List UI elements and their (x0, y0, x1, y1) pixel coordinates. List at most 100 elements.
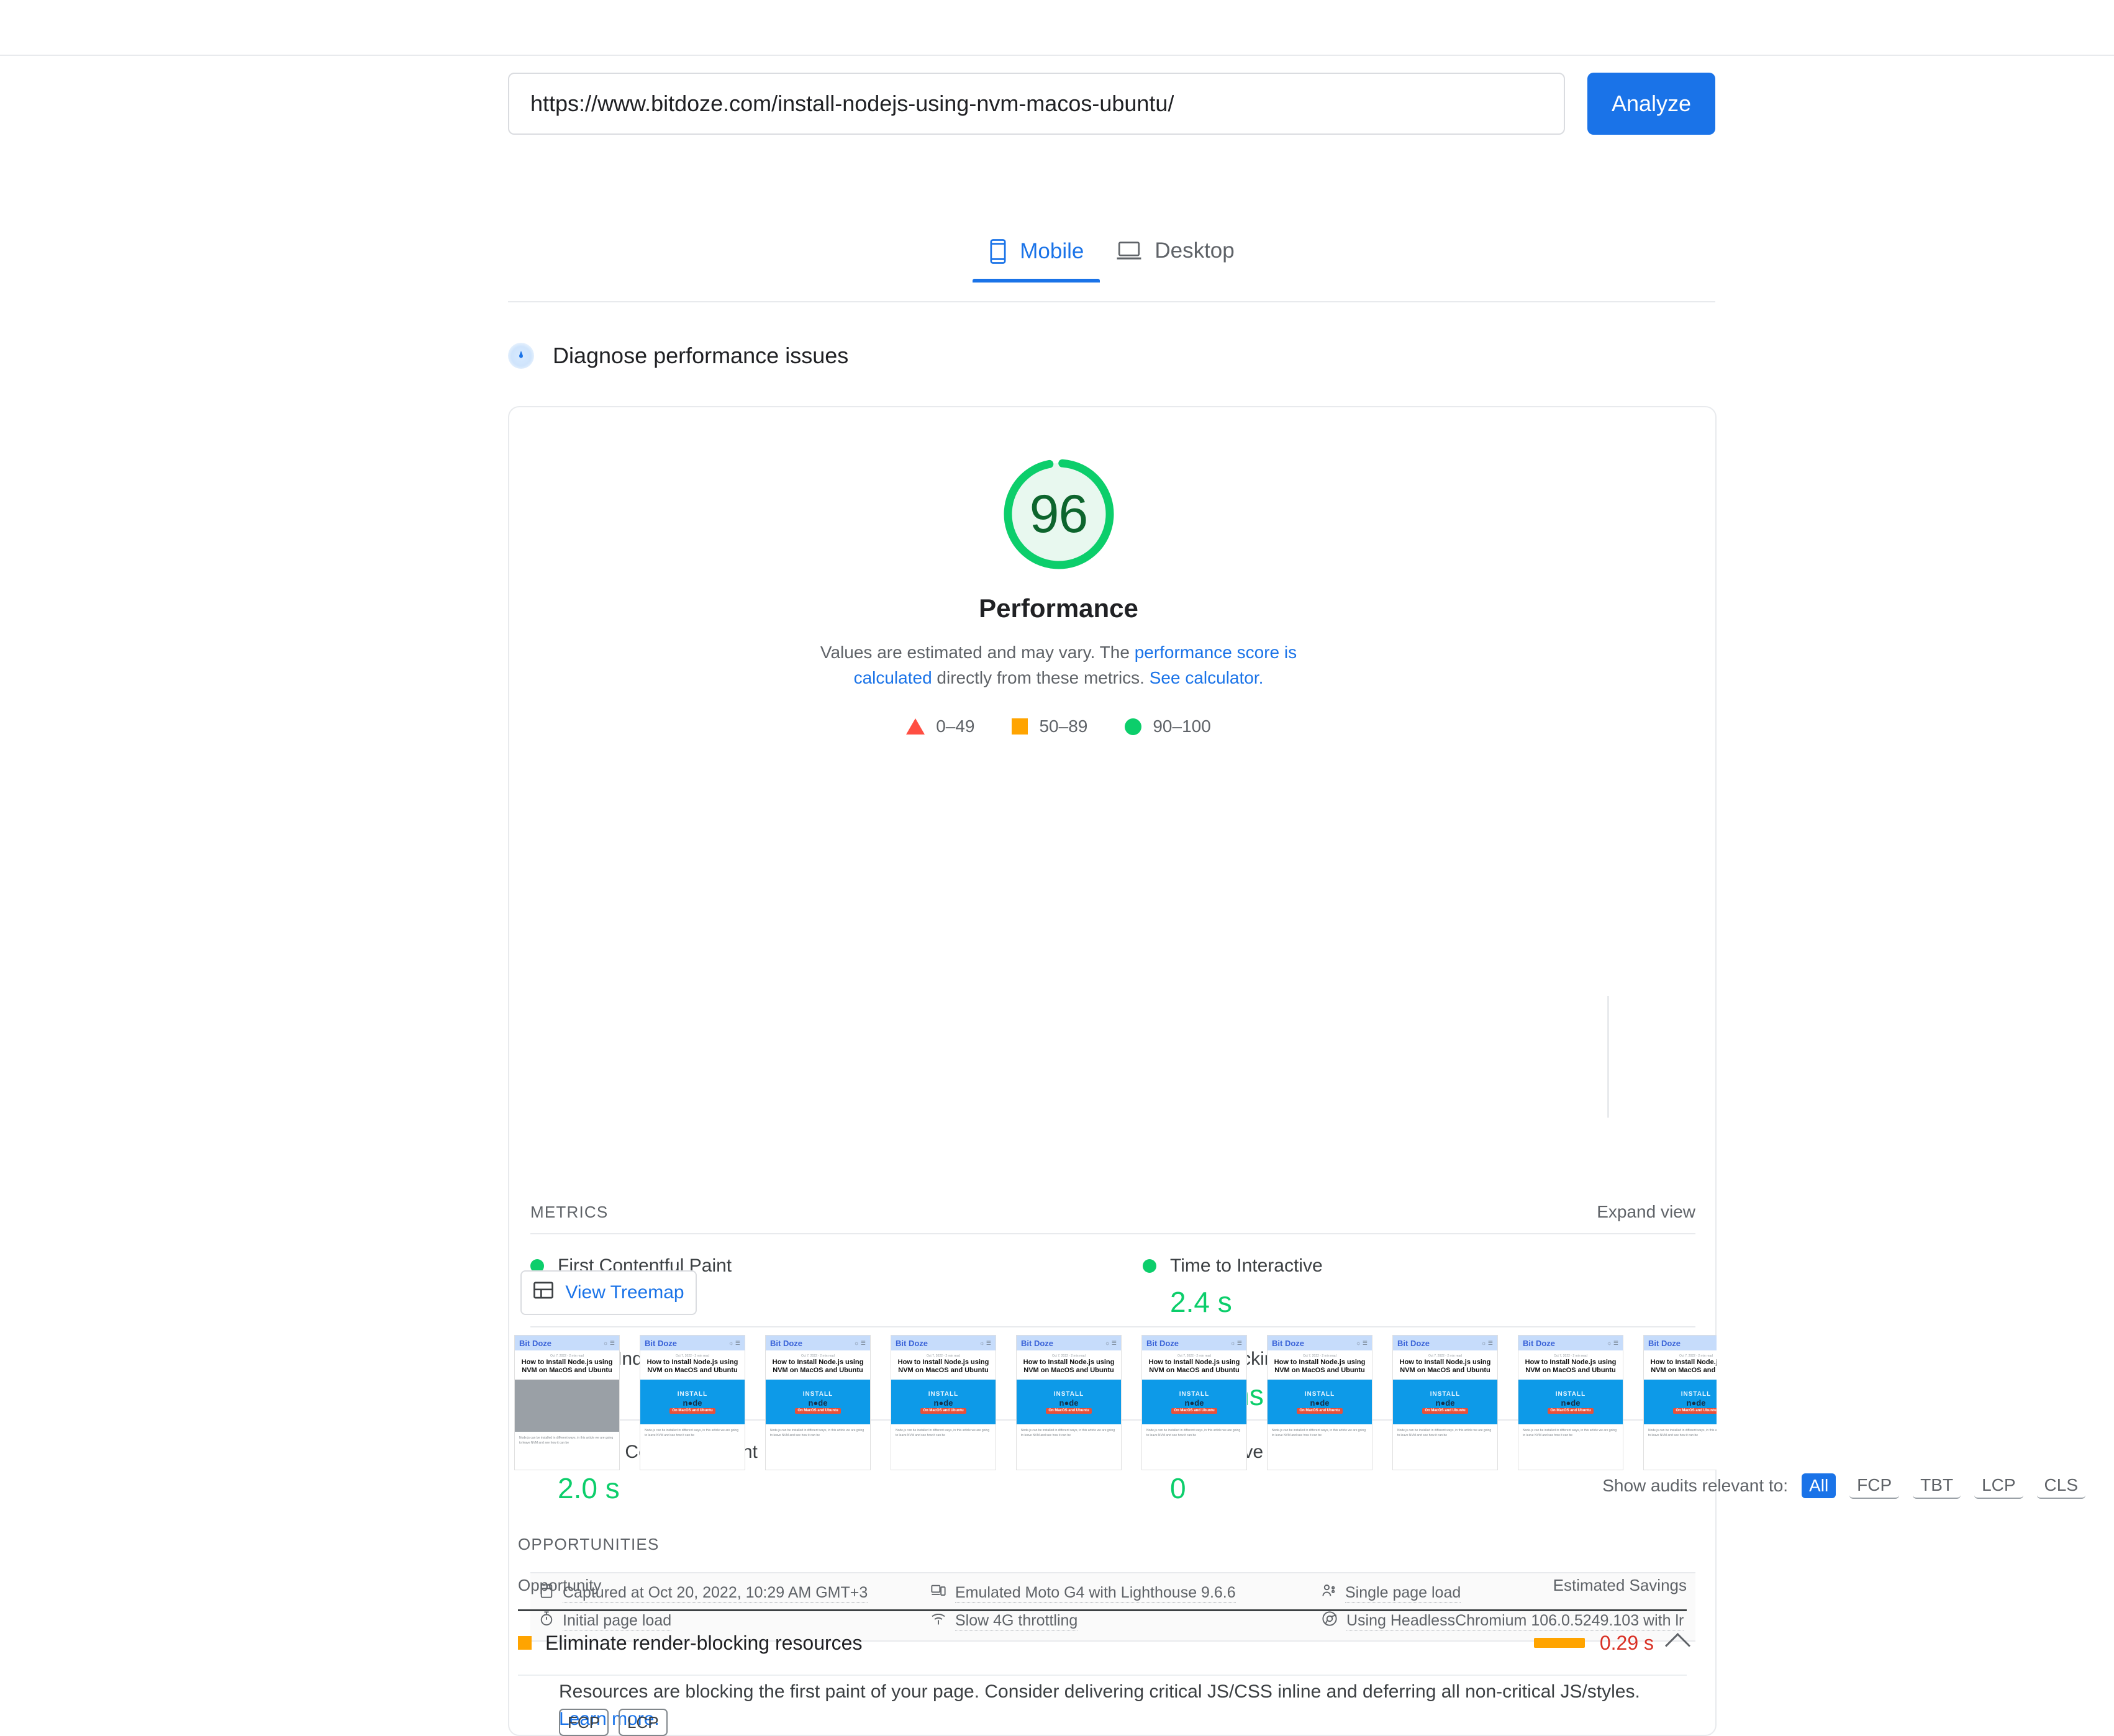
frame-title: How to Install Node.js using NVM on MacO… (1274, 1359, 1366, 1374)
circle-icon (1125, 718, 1142, 735)
metric-label: Time to Interactive (1170, 1255, 1323, 1276)
opportunity-row-render-blocking[interactable]: Eliminate render-blocking resources 0.29… (518, 1611, 1691, 1676)
frame-hero-image: INSTALL n●de On MacOS and Ubuntu (766, 1380, 870, 1424)
opportunities-section-label: OPPORTUNITIES (518, 1535, 660, 1553)
frame-paragraph: Node.js can be installed in different wa… (1146, 1429, 1241, 1437)
audit-chip-fcp[interactable]: FCP (1849, 1473, 1900, 1499)
performance-gauge-block: 96 Performance Values are estimated and … (509, 452, 1608, 736)
frame-hero-line1: INSTALL (1304, 1390, 1335, 1398)
frame-topbar: Bit Doze ☼ ☰ (515, 1336, 619, 1350)
desktop-icon (1116, 240, 1142, 261)
filmstrip-frame[interactable]: Bit Doze ☼ ☰ Oct 7, 2022 - 2 min read Ho… (1267, 1335, 1372, 1470)
frame-brand: Bit Doze (645, 1338, 677, 1348)
frame-topbar: Bit Doze ☼ ☰ (1142, 1336, 1246, 1350)
frame-hero-line2: n●de (1686, 1398, 1706, 1408)
frame-title: How to Install Node.js using NVM on MacO… (646, 1359, 738, 1374)
filmstrip-frame[interactable]: Bit Doze ☼ ☰ Oct 7, 2022 - 2 min read Ho… (1392, 1335, 1498, 1470)
filmstrip-frame[interactable]: Bit Doze ☼ ☰ Oct 7, 2022 - 2 min read Ho… (1643, 1335, 1717, 1470)
frame-topbar-icons: ☼ ☰ (603, 1339, 615, 1346)
col-opportunity: Opportunity (518, 1576, 602, 1594)
frame-hero-image: INSTALL n●de On MacOS and Ubuntu (1268, 1380, 1372, 1424)
tab-desktop[interactable]: Desktop (1100, 233, 1250, 279)
legend-item-good: 90–100 (1125, 717, 1211, 736)
see-calculator-link[interactable]: See calculator. (1150, 668, 1264, 687)
filmstrip-frame[interactable]: Bit Doze ☼ ☰ Oct 7, 2022 - 2 min read Ho… (765, 1335, 871, 1470)
opportunity-title: Eliminate render-blocking resources (545, 1631, 863, 1654)
filmstrip-frame[interactable]: Bit Doze ☼ ☰ Oct 7, 2022 - 2 min read Ho… (640, 1335, 745, 1470)
analyze-button[interactable]: Analyze (1587, 73, 1715, 135)
opportunities-table-header: Opportunity Estimated Savings (518, 1576, 1687, 1605)
frame-brand: Bit Doze (1648, 1338, 1681, 1348)
frame-topbar: Bit Doze ☼ ☰ (640, 1336, 745, 1350)
opportunity-title-group: Eliminate render-blocking resources (518, 1632, 862, 1655)
filmstrip-frame[interactable]: Bit Doze ☼ ☰ Oct 7, 2022 - 2 min read Ho… (1518, 1335, 1623, 1470)
frame-title: How to Install Node.js using NVM on MacO… (1399, 1359, 1491, 1374)
frame-topbar: Bit Doze ☼ ☰ (1393, 1336, 1497, 1350)
performance-gauge: 96 (997, 452, 1121, 576)
frame-hero-line2: n●de (1059, 1398, 1079, 1408)
performance-score: 96 (1029, 484, 1089, 544)
metric-value: 2.0 s (558, 1472, 620, 1504)
warning-square-icon (518, 1636, 532, 1650)
treemap-icon (533, 1281, 554, 1304)
frame-hero-image: INSTALL n●de On MacOS and Ubuntu (1017, 1380, 1121, 1424)
frame-paragraph: Node.js can be installed in different wa… (645, 1429, 739, 1437)
frame-title: How to Install Node.js using NVM on MacO… (1650, 1359, 1717, 1374)
col-estimated-savings: Estimated Savings (1553, 1576, 1687, 1594)
frame-topbar: Bit Doze ☼ ☰ (891, 1336, 996, 1350)
frame-paragraph: Node.js can be installed in different wa… (1021, 1429, 1115, 1437)
legend-item-poor: 0–49 (906, 717, 974, 736)
frame-hero-image: INSTALL n●de On MacOS and Ubuntu (1518, 1380, 1623, 1424)
frame-title: How to Install Node.js using NVM on MacO… (772, 1359, 864, 1374)
audit-chip-lcp[interactable]: LCP (1974, 1473, 2023, 1499)
tab-mobile[interactable]: Mobile (973, 233, 1100, 283)
filmstrip-frame[interactable]: Bit Doze ☼ ☰ Oct 7, 2022 - 2 min read Ho… (1016, 1335, 1122, 1470)
frame-brand: Bit Doze (1146, 1338, 1179, 1348)
tab-desktop-label: Desktop (1155, 238, 1235, 263)
filmstrip-frame[interactable]: Bit Doze ☼ ☰ Oct 7, 2022 - 2 min read Ho… (891, 1335, 996, 1470)
audit-chip-cls[interactable]: CLS (2036, 1473, 2085, 1499)
legend-range-average: 50–89 (1039, 717, 1088, 736)
url-search-row: https://www.bitdoze.com/install-nodejs-u… (508, 73, 1715, 135)
frame-brand: Bit Doze (1397, 1338, 1430, 1348)
opportunity-description: Resources are blocking the first paint o… (559, 1678, 1689, 1733)
performance-category-label: Performance (979, 594, 1138, 623)
audit-chip-tbt[interactable]: TBT (1913, 1473, 1961, 1499)
mobile-icon (989, 238, 1007, 264)
filmstrip-frame[interactable]: Bit Doze ☼ ☰ Oct 7, 2022 - 2 min read Ho… (514, 1335, 620, 1470)
frame-title: How to Install Node.js using NVM on MacO… (1525, 1359, 1617, 1374)
metrics-header: METRICS Expand view (530, 1202, 1695, 1222)
opportunity-tags: FCP LCP (559, 1709, 668, 1736)
diagnose-header: Diagnose performance issues (508, 343, 848, 369)
expand-view-toggle[interactable]: Expand view (1597, 1202, 1695, 1222)
opportunity-savings-group: 0.29 s (1533, 1631, 1691, 1658)
audit-chip-all[interactable]: All (1802, 1473, 1836, 1498)
frame-topbar: Bit Doze ☼ ☰ (1518, 1336, 1623, 1350)
frame-hero-line3: On MacOS and Ubuntu (920, 1408, 966, 1414)
diagnose-title: Diagnose performance issues (553, 343, 849, 368)
pagespeed-insights-page: https://www.bitdoze.com/install-nodejs-u… (0, 0, 2114, 1736)
metric-time-to-interactive[interactable]: Time to Interactive 2.4 s (1113, 1233, 1695, 1326)
chevron-up-icon[interactable] (1664, 1632, 1691, 1658)
frame-hero-image: INSTALL n●de On MacOS and Ubuntu (1644, 1380, 1717, 1424)
view-treemap-label: View Treemap (565, 1282, 684, 1303)
frame-paragraph: Node.js can be installed in different wa… (1648, 1429, 1717, 1437)
frame-brand: Bit Doze (896, 1338, 928, 1348)
frame-hero-line2: n●de (933, 1398, 953, 1408)
screenshot-filmstrip[interactable]: Bit Doze ☼ ☰ Oct 7, 2022 - 2 min read Ho… (514, 1335, 1717, 1473)
frame-hero-line1: INSTALL (802, 1390, 833, 1398)
desc-part-1: Values are estimated and may vary. The (820, 643, 1135, 662)
view-treemap-button[interactable]: View Treemap (520, 1270, 697, 1315)
score-legend: 0–49 50–89 90–100 (906, 717, 1211, 736)
frame-topbar-icons: ☼ ☰ (728, 1339, 740, 1346)
metric-value: 2.4 s (1170, 1286, 1232, 1318)
frame-topbar: Bit Doze ☼ ☰ (766, 1336, 870, 1350)
frame-hero-line3: On MacOS and Ubuntu (1422, 1408, 1468, 1414)
frame-hero-line1: INSTALL (677, 1390, 708, 1398)
frame-hero-line3: On MacOS and Ubuntu (1548, 1408, 1594, 1414)
url-input[interactable]: https://www.bitdoze.com/install-nodejs-u… (508, 73, 1565, 135)
frame-hero-image: INSTALL n●de On MacOS and Ubuntu (1142, 1380, 1246, 1424)
frame-hero-line3: On MacOS and Ubuntu (669, 1408, 715, 1414)
opportunity-savings: 0.29 s (1599, 1631, 1654, 1654)
filmstrip-frame[interactable]: Bit Doze ☼ ☰ Oct 7, 2022 - 2 min read Ho… (1141, 1335, 1247, 1470)
